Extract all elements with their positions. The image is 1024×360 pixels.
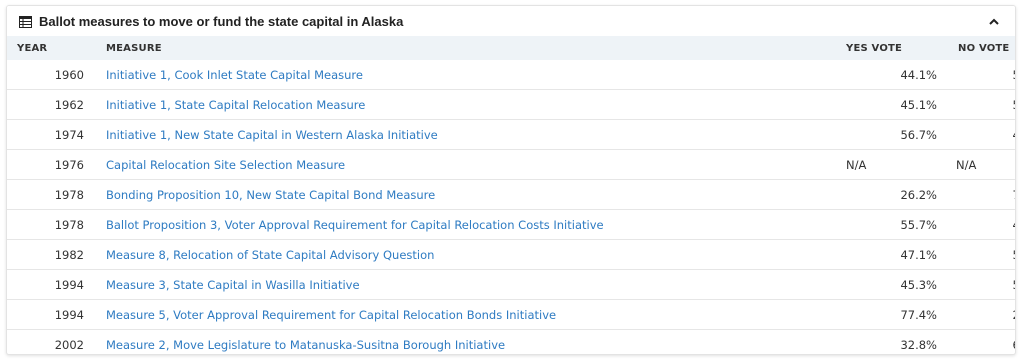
table-row: 1976 Capital Relocation Site Selection Me…	[7, 149, 1015, 180]
ballot-measures-table: YEAR MEASURE YES VOTE NO VOTE 1960 Initia…	[7, 36, 1015, 355]
year-cell: 1994	[7, 299, 95, 330]
no-vote-cell: 43.3%	[946, 119, 1015, 150]
measure-cell: Ballot Proposition 3, Voter Approval Req…	[95, 209, 836, 240]
yes-vote-cell: 47.1%	[836, 239, 946, 270]
yes-vote-cell: 77.4%	[836, 299, 946, 330]
measure-link[interactable]: Measure 2, Move Legislature to Matanuska…	[106, 338, 505, 352]
table-row: 1994 Measure 3, State Capital in Wasilla …	[7, 269, 1015, 300]
measure-cell: Bonding Proposition 10, New State Capita…	[95, 179, 836, 210]
table-icon	[19, 15, 32, 28]
measure-link[interactable]: Measure 8, Relocation of State Capital A…	[106, 248, 434, 262]
no-vote-cell: N/A	[946, 149, 1015, 180]
year-cell: 1994	[7, 269, 95, 300]
measure-link[interactable]: Bonding Proposition 10, New State Capita…	[106, 188, 435, 202]
measure-cell: Measure 3, State Capital in Wasilla Init…	[95, 269, 836, 300]
yes-vote-cell: 45.3%	[836, 269, 946, 300]
panel-header[interactable]: Ballot measures to move or fund the stat…	[7, 6, 1015, 36]
column-header-yes-vote[interactable]: YES VOTE	[836, 36, 946, 60]
year-cell: 1960	[7, 60, 95, 90]
no-vote-cell: 22.6%	[946, 299, 1015, 330]
no-vote-cell: 54.9%	[946, 89, 1015, 120]
column-header-no-vote[interactable]: NO VOTE	[946, 36, 1015, 60]
year-cell: 2002	[54, 337, 84, 352]
measure-cell: Initiative 1, New State Capital in Weste…	[95, 119, 836, 150]
measure-link[interactable]: Initiative 1, Cook Inlet State Capital M…	[106, 68, 363, 82]
column-header-year[interactable]: YEAR	[7, 36, 95, 60]
yes-vote-cell: N/A	[836, 149, 946, 180]
yes-vote-cell: 45.1%	[836, 89, 946, 120]
yes-vote-cell: 55.7%	[836, 209, 946, 240]
ballot-measures-panel: Ballot measures to move or fund the stat…	[6, 5, 1016, 355]
table-header-row: YEAR MEASURE YES VOTE NO VOTE	[7, 36, 1015, 60]
measure-cell: Initiative 1, State Capital Relocation M…	[95, 89, 836, 120]
year-cell: 1962	[7, 89, 95, 120]
measure-link[interactable]: Measure 5, Voter Approval Requirement fo…	[106, 308, 556, 322]
table-row: 1960 Initiative 1, Cook Inlet State Capit…	[7, 60, 1015, 90]
measure-cell: Capital Relocation Site Selection Measur…	[95, 149, 836, 180]
year-cell: 1976	[7, 149, 95, 180]
table-row: 1994 Measure 5, Voter Approval Requiremen…	[7, 299, 1015, 330]
measure-link[interactable]: Ballot Proposition 3, Voter Approval Req…	[106, 218, 604, 232]
measure-link[interactable]: Capital Relocation Site Selection Measur…	[106, 158, 345, 172]
yes-vote-cell: 32.8%	[900, 337, 937, 352]
panel-title: Ballot measures to move or fund the stat…	[39, 13, 404, 29]
table-row: 1978 Bonding Proposition 10, New State Ca…	[7, 179, 1015, 210]
column-header-measure[interactable]: MEASURE	[95, 36, 836, 60]
year-cell: 1978	[7, 209, 95, 240]
no-vote-cell: 44.3%	[946, 209, 1015, 240]
no-vote-cell: 54.7%	[946, 269, 1015, 300]
table-row: 1974 Initiative 1, New State Capital in W…	[7, 119, 1015, 150]
measure-link[interactable]: Measure 3, State Capital in Wasilla Init…	[106, 278, 360, 292]
no-vote-cell: 73.8%	[946, 179, 1015, 210]
yes-vote-cell: 44.1%	[836, 60, 946, 90]
no-vote-cell: 67.2%	[946, 330, 1015, 355]
table-row: 1982 Measure 8, Relocation of State Capit…	[7, 239, 1015, 270]
year-cell: 1974	[7, 119, 95, 150]
no-vote-cell: 55.9%	[946, 60, 1015, 90]
table-row: 1978 Ballot Proposition 3, Voter Approval…	[7, 209, 1015, 240]
year-cell: 1982	[7, 239, 95, 270]
measure-cell: Measure 2, Move Legislature to Matanuska…	[95, 330, 836, 355]
measure-link[interactable]: Initiative 1, State Capital Relocation M…	[106, 98, 365, 112]
yes-vote-cell: 56.7%	[836, 119, 946, 150]
yes-vote-cell: 26.2%	[836, 179, 946, 210]
year-cell: 1978	[7, 179, 95, 210]
no-vote-cell: 52.9%	[946, 239, 1015, 270]
chevron-up-icon[interactable]	[985, 12, 1003, 30]
table-row: 2002 Measure 2, Move Legislature to Matan…	[7, 330, 1015, 355]
measure-cell: Initiative 1, Cook Inlet State Capital M…	[95, 60, 836, 90]
measure-link[interactable]: Initiative 1, New State Capital in Weste…	[106, 128, 438, 142]
measure-cell: Measure 8, Relocation of State Capital A…	[95, 239, 836, 270]
table-row: 1962 Initiative 1, State Capital Relocati…	[7, 89, 1015, 120]
measure-cell: Measure 5, Voter Approval Requirement fo…	[95, 299, 836, 330]
